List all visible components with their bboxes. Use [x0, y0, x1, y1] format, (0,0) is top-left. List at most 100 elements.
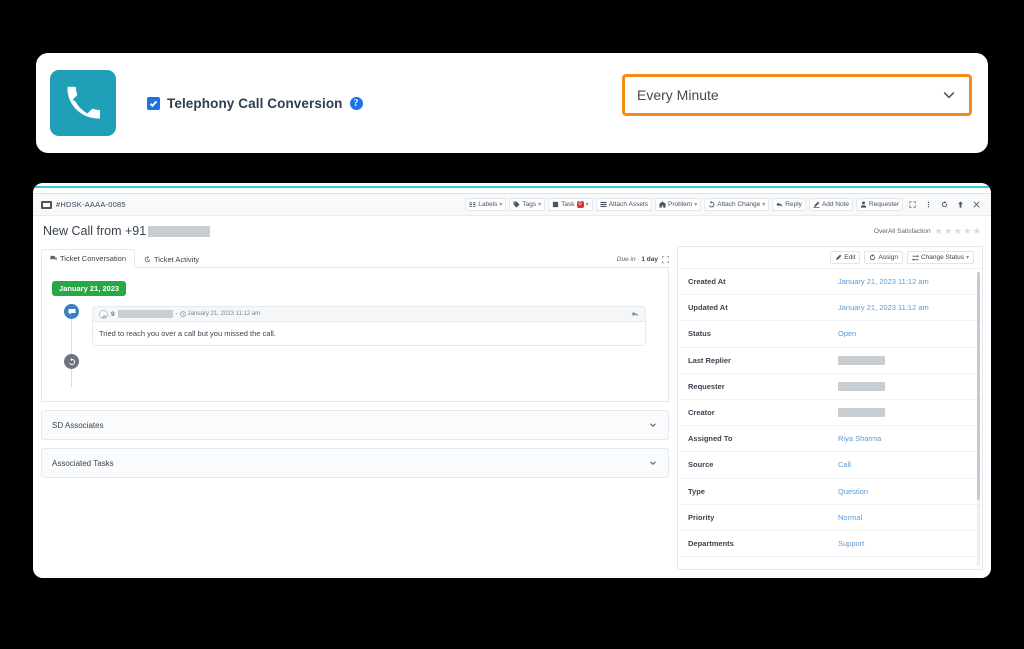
assign-icon — [870, 254, 876, 261]
detail-value[interactable]: Support — [838, 539, 864, 548]
accordion-associated-tasks[interactable]: Associated Tasks — [41, 448, 669, 478]
toolbar-tags-label: Tags — [522, 201, 537, 208]
ticket-icon — [41, 200, 52, 209]
detail-key: Last Replier — [688, 355, 731, 365]
kebab-menu-icon[interactable] — [922, 199, 935, 210]
ticket-id-group: #HDSK-AAAA-0085 — [41, 200, 126, 209]
chevron-down-icon: ▾ — [585, 202, 589, 208]
labels-icon — [469, 202, 476, 207]
toolbar-problem-button[interactable]: Problem ▾ — [655, 198, 702, 211]
detail-value[interactable]: Riya Sharma — [838, 434, 881, 443]
detail-key: Status — [688, 329, 711, 339]
message-item: 9 - January 21, 2023 11:12 am Tried to r… — [92, 306, 646, 346]
detail-key: Type — [688, 486, 705, 496]
star-icon[interactable]: ★ — [973, 226, 981, 236]
satisfaction-rating: OverAll Satisfaction ★ ★ ★ ★ ★ — [874, 226, 981, 236]
phone-icon — [50, 70, 116, 136]
tab-ticket-activity[interactable]: Ticket Activity — [135, 250, 208, 268]
status-icon — [911, 254, 919, 261]
ticket-title-row: New Call from +91 OverAll Satisfaction ★… — [33, 216, 991, 246]
toolbar-labels-button[interactable]: Labels ▾ — [465, 198, 507, 211]
details-scrollbar-thumb[interactable] — [977, 272, 980, 500]
star-icon[interactable]: ★ — [954, 226, 962, 236]
detail-row-priority: Priority Normal — [678, 505, 982, 531]
telephony-checkbox[interactable] — [147, 96, 160, 110]
chevron-down-icon: ▾ — [762, 202, 766, 208]
detail-value[interactable]: January 21, 2023 11:12 am — [838, 277, 929, 286]
edit-button[interactable]: Edit — [830, 251, 861, 264]
details-action-bar: Edit Assign Change Status ▾ — [678, 247, 982, 269]
timeline-line — [71, 308, 72, 387]
assign-button[interactable]: Assign — [864, 251, 903, 264]
detail-value[interactable]: Open — [838, 329, 856, 338]
change-icon — [708, 201, 715, 208]
details-scroll-area: Created At January 21, 2023 11:12 am Upd… — [678, 269, 982, 569]
task-icon — [553, 201, 559, 208]
detail-value[interactable]: Question — [838, 487, 868, 496]
redacted-value — [838, 355, 885, 365]
helpdesk-window: #HDSK-AAAA-0085 Labels ▾ Tags ▾ Task 0 ▾… — [33, 183, 991, 578]
toolbar-task-label: Task — [561, 201, 575, 208]
message-timestamp-group: - January 21, 2023 11:12 am — [176, 311, 261, 317]
detail-key: Priority — [688, 512, 715, 522]
change-status-button-label: Change Status — [920, 254, 964, 261]
toolbar-task-button[interactable]: Task 0 ▾ — [548, 198, 593, 211]
detail-value[interactable]: Call — [838, 460, 851, 469]
expand-icon[interactable] — [906, 199, 919, 210]
redacted-value — [838, 408, 885, 418]
detail-row-created-at: Created At January 21, 2023 11:12 am — [678, 269, 982, 296]
assets-icon — [600, 201, 607, 208]
detail-key: Source — [688, 460, 714, 470]
change-status-button[interactable]: Change Status ▾ — [906, 251, 974, 264]
problem-icon — [659, 201, 666, 208]
star-icon[interactable]: ★ — [944, 226, 952, 236]
detail-row-departments: Departments Support — [678, 531, 982, 558]
frequency-select[interactable]: Every Minute — [622, 74, 972, 116]
toolbar-add-note-button[interactable]: Add Note — [808, 198, 853, 211]
reply-arrow-icon[interactable] — [631, 310, 639, 318]
message-marker-icon — [64, 304, 79, 319]
toolbar-attach-change-button[interactable]: Attach Change ▾ — [704, 198, 770, 211]
ticket-title-text: New Call from +91 — [43, 224, 147, 238]
due-value: 1 day — [641, 256, 658, 263]
arrow-up-icon[interactable] — [954, 199, 967, 210]
redacted-value — [838, 381, 885, 391]
toolbar-tags-button[interactable]: Tags ▾ — [509, 198, 546, 211]
star-icon[interactable]: ★ — [963, 226, 971, 236]
star-icon[interactable]: ★ — [935, 226, 943, 236]
detail-key: Departments — [688, 538, 734, 548]
conversation-panel: January 21, 2023 9 - January 21, 2023 11… — [41, 268, 669, 402]
refresh-icon[interactable] — [938, 199, 951, 210]
redacted-phone-number — [148, 225, 211, 237]
user-icon — [860, 201, 867, 208]
star-rating[interactable]: ★ ★ ★ ★ ★ — [935, 226, 981, 236]
detail-value[interactable]: January 21, 2023 11:12 am — [838, 303, 929, 312]
tag-icon — [513, 201, 520, 208]
chevron-down-icon — [650, 461, 656, 465]
accordion-sd-associates[interactable]: SD Associates — [41, 410, 669, 440]
help-circle-icon[interactable]: ? — [349, 96, 363, 110]
detail-key: Updated At — [688, 303, 728, 313]
detail-value[interactable]: Normal — [838, 513, 862, 522]
clock-icon — [179, 311, 186, 317]
task-count-badge: 0 — [576, 201, 584, 208]
tab-ticket-conversation[interactable]: Ticket Conversation — [41, 249, 135, 268]
toolbar-reply-button[interactable]: Reply — [772, 198, 806, 211]
screenshot-stage: Telephony Call Conversion ? Every Minute… — [0, 0, 1024, 649]
telephony-toggle-row[interactable]: Telephony Call Conversion ? — [147, 96, 363, 111]
accordion-sd-associates-label: SD Associates — [52, 420, 104, 430]
expand-icon[interactable] — [662, 256, 669, 263]
detail-key: Created At — [688, 277, 726, 287]
activity-icon — [144, 256, 151, 263]
tab-ticket-activity-label: Ticket Activity — [154, 255, 200, 264]
detail-row-requester: Requester — [678, 374, 982, 400]
message-author[interactable]: 9 — [111, 311, 115, 318]
detail-row-updated-at: Updated At January 21, 2023 11:12 am — [678, 295, 982, 322]
toolbar-attach-assets-button[interactable]: Attach Assets — [595, 198, 652, 211]
close-icon[interactable] — [970, 199, 983, 210]
ticket-details-panel: Edit Assign Change Status ▾ Created At J… — [677, 246, 983, 570]
toolbar-requester-button[interactable]: Requester — [856, 198, 903, 211]
toolbar-attach-assets-label: Attach Assets — [608, 201, 648, 208]
due-text: Due in · 1 day — [617, 256, 658, 263]
due-prefix: Due in · — [616, 256, 642, 263]
